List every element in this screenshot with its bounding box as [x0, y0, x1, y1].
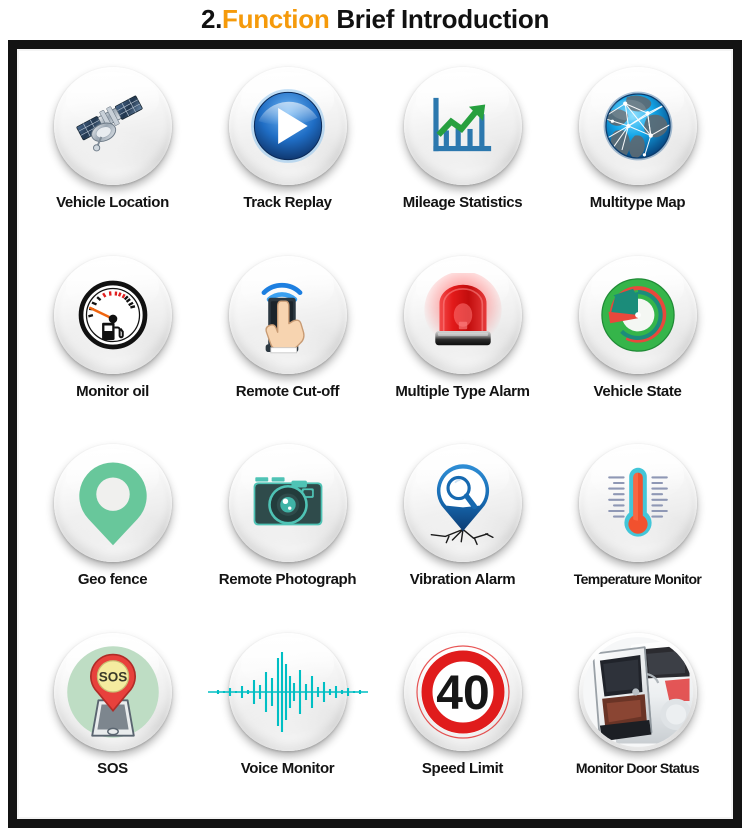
feature-button[interactable] [228, 444, 347, 562]
feature-button-wrap [577, 442, 699, 564]
feature-item-mileage-statistics[interactable]: Mileage Statistics [375, 59, 550, 248]
feature-button-wrap [402, 442, 524, 564]
feature-button[interactable] [53, 67, 172, 185]
feature-item-remote-photograph[interactable]: Remote Photograph [200, 436, 375, 625]
camera-icon [253, 477, 322, 526]
pie-dial-icon [600, 277, 675, 352]
feature-button-wrap [402, 254, 524, 376]
feature-button[interactable] [207, 632, 368, 751]
feature-item-sos[interactable]: SOS SOS [25, 625, 200, 814]
phone-touch-wifi-icon [261, 282, 305, 353]
feature-label: Multiple Type Alarm [395, 382, 530, 400]
feature-button-wrap [52, 65, 174, 187]
feature-label: Remote Photograph [218, 571, 357, 588]
feature-item-monitor-door-status[interactable]: Monitor Door Status [550, 625, 725, 814]
page-title: 2.Function Brief Introduction [201, 4, 549, 35]
feature-label: Monitor Door Status [575, 759, 700, 776]
feature-button-wrap [227, 65, 349, 187]
feature-label: Remote Cut-off [235, 382, 340, 400]
content-frame: Vehicle Location Track Replay Mileage St… [8, 40, 742, 828]
feature-button[interactable]: SOS [53, 632, 172, 751]
feature-item-voice-monitor[interactable]: Voice Monitor [200, 625, 375, 814]
feature-button[interactable] [578, 632, 697, 751]
sos-text: SOS [98, 669, 127, 684]
audio-waveform-icon [207, 651, 368, 732]
feature-button-wrap [227, 442, 349, 564]
feature-item-vehicle-state[interactable]: Vehicle State [550, 248, 725, 437]
feature-button[interactable] [578, 67, 697, 185]
pin-magnifier-crack-icon [430, 464, 494, 546]
feature-label: Vehicle State [593, 382, 682, 400]
fuel-gauge-icon [78, 280, 147, 349]
feature-button[interactable] [578, 444, 697, 562]
feature-label: Track Replay [243, 194, 332, 211]
map-pin-ring-icon [78, 462, 147, 546]
feature-item-track-replay[interactable]: Track Replay [200, 59, 375, 248]
feature-label: Vehicle Location [56, 194, 169, 211]
feature-item-multiple-type-alarm[interactable]: Multiple Type Alarm [375, 248, 550, 437]
page-title-number: 2. [200, 3, 223, 34]
feature-item-multitype-map[interactable]: Multitype Map [550, 59, 725, 248]
feature-button-wrap [52, 442, 174, 564]
feature-button-wrap [227, 254, 349, 376]
feature-item-speed-limit[interactable]: 40 Speed Limit [375, 625, 550, 814]
page-title-bar: 2.Function Brief Introduction [0, 0, 750, 38]
feature-item-geo-fence[interactable]: Geo fence [25, 436, 200, 625]
satellite-icon [75, 95, 143, 152]
feature-grid: Vehicle Location Track Replay Mileage St… [25, 59, 725, 813]
feature-item-vehicle-location[interactable]: Vehicle Location [25, 59, 200, 248]
feature-button[interactable] [403, 444, 522, 562]
siren-light-icon [423, 272, 502, 349]
sos-pin-phone-icon: SOS [66, 645, 159, 738]
feature-label: SOS [97, 759, 128, 777]
feature-label: Temperature Monitor [573, 571, 702, 587]
page-title-highlight: Function [222, 3, 330, 34]
feature-button[interactable] [53, 255, 172, 374]
feature-button[interactable] [578, 255, 697, 374]
feature-item-temperature-monitor[interactable]: Temperature Monitor [550, 436, 725, 625]
feature-label: Speed Limit [421, 759, 504, 777]
speed-limit-sign-icon: 40 [415, 644, 510, 739]
play-button-icon [250, 89, 325, 163]
feature-button[interactable] [403, 67, 522, 185]
feature-button-wrap [577, 65, 699, 187]
thermometer-icon [607, 467, 668, 537]
feature-label: Multitype Map [589, 194, 686, 211]
feature-label: Geo fence [77, 571, 148, 588]
page-title-rest: Brief Introduction [329, 3, 550, 34]
feature-label: Mileage Statistics [402, 194, 523, 211]
feature-button-wrap [402, 65, 524, 187]
feature-label: Vibration Alarm [409, 571, 516, 588]
bar-chart-up-icon [432, 97, 491, 152]
feature-item-remote-cut-off[interactable]: Remote Cut-off [200, 248, 375, 437]
feature-button-wrap [577, 631, 699, 753]
speed-limit-number: 40 [436, 667, 489, 720]
feature-label: Voice Monitor [240, 759, 335, 777]
feature-label: Monitor oil [76, 382, 149, 400]
feature-button-wrap: SOS [52, 631, 174, 753]
globe-network-icon [603, 91, 672, 161]
feature-button-wrap [52, 254, 174, 376]
feature-button-wrap: 40 [402, 631, 524, 753]
feature-button[interactable] [403, 255, 522, 374]
feature-item-monitor-oil[interactable]: Monitor oil [25, 248, 200, 437]
feature-button[interactable]: 40 [403, 632, 522, 751]
content-frame-inner: Vehicle Location Track Replay Mileage St… [17, 49, 733, 819]
feature-button-wrap [577, 254, 699, 376]
feature-button[interactable] [53, 444, 172, 562]
feature-item-vibration-alarm[interactable]: Vibration Alarm [375, 436, 550, 625]
function-introduction-page: 2.Function Brief Introduction Vehicle Lo… [0, 0, 750, 835]
feature-button[interactable] [228, 255, 347, 374]
car-open-door-icon [582, 636, 693, 747]
feature-button[interactable] [228, 67, 347, 185]
feature-button-wrap [207, 631, 368, 753]
